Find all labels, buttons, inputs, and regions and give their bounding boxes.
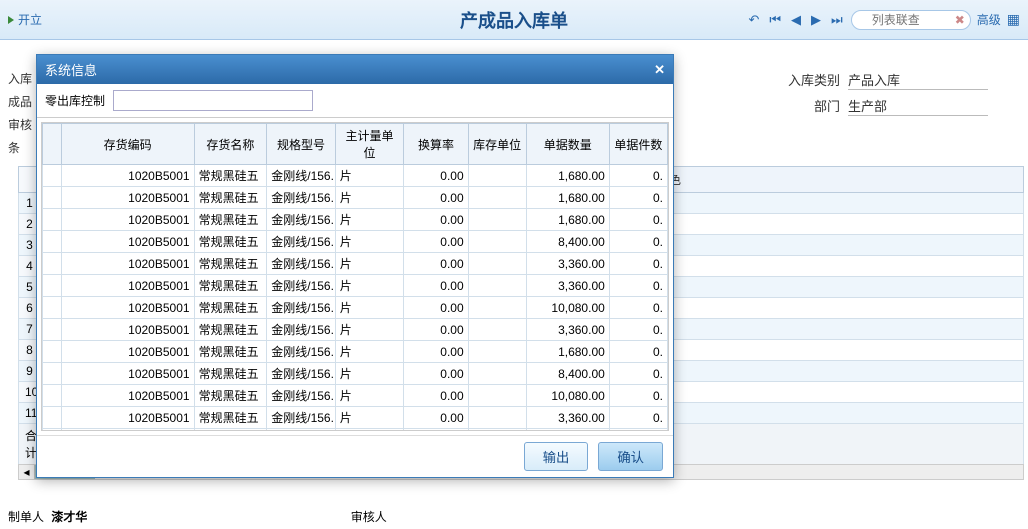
clear-icon[interactable]: ✖ — [955, 13, 965, 27]
col-unit[interactable]: 主计量单位 — [335, 124, 404, 165]
modal-title: 系统信息 — [45, 60, 97, 79]
system-info-modal: 系统信息 ✕ 零出库控制 存货编码 存货名称 规格型号 主计量单位 换算率 库存… — [36, 54, 674, 478]
last-icon[interactable]: ⏭ — [829, 10, 845, 30]
close-icon[interactable]: ✕ — [654, 62, 665, 78]
table-row[interactable]: 1020B5001常规黑硅五金刚线/156.片0.001,680.000. — [43, 209, 668, 231]
col-spec[interactable]: 规格型号 — [267, 124, 336, 165]
next-icon[interactable]: ▶ — [809, 10, 823, 30]
table-row[interactable]: 1020B5001常规黑硅五金刚线/156.片0.003,360.000. — [43, 253, 668, 275]
modal-subtitle: 零出库控制 — [45, 92, 105, 109]
table-row[interactable]: 1020B5001常规黑硅五金刚线/156.片0.008,400.000. — [43, 363, 668, 385]
grid-icon[interactable]: ▦ — [1007, 11, 1020, 28]
first-icon[interactable]: ⏮ — [767, 10, 783, 30]
header-fields: 入库类别 产品入库 部门 生产部 — [780, 70, 988, 122]
col-stock-unit[interactable]: 库存单位 — [468, 124, 526, 165]
table-row[interactable]: 1020B5001常规黑硅五金刚线/156.片0.003,360.000. — [43, 407, 668, 429]
table-row[interactable]: 1020B5001常规黑硅五金刚线/156.片0.001,680.000. — [43, 165, 668, 187]
col-qty[interactable]: 单据数量 — [526, 124, 609, 165]
col-code[interactable]: 存货编码 — [61, 124, 194, 165]
col-name[interactable]: 存货名称 — [194, 124, 267, 165]
topbar: 开立 产成品入库单 ↶ ⏮ ◀ ▶ ⏭ 🔍 ✖ 高级 ▦ — [0, 0, 1028, 40]
table-row[interactable]: 1020B5001常规黑硅五金刚线/156.片0.001,680.000. — [43, 429, 668, 432]
table-row[interactable]: 1020B5001常规黑硅五金刚线/156.片0.0010,080.000. — [43, 385, 668, 407]
prev-icon[interactable]: ◀ — [789, 10, 803, 30]
advanced-link[interactable]: 高级 — [977, 11, 1001, 28]
dept-value: 生产部 — [848, 96, 988, 116]
table-row[interactable]: 1020B5001常规黑硅五金刚线/156.片0.001,680.000. — [43, 187, 668, 209]
cat-value: 产品入库 — [848, 70, 988, 90]
table-row[interactable]: 1020B5001常规黑硅五金刚线/156.片0.0010,080.000. — [43, 297, 668, 319]
table-row[interactable]: 1020B5001常规黑硅五金刚线/156.片0.003,360.000. — [43, 275, 668, 297]
maker-value: 漆才华 — [51, 510, 87, 524]
col-rate[interactable]: 换算率 — [404, 124, 468, 165]
maker-label: 制单人 — [8, 508, 48, 525]
auditor-label: 审核人 — [351, 510, 387, 524]
open-button[interactable]: 开立 — [18, 11, 42, 28]
ok-button[interactable]: 确认 — [598, 442, 663, 471]
play-icon — [8, 16, 14, 24]
modal-input[interactable] — [113, 90, 313, 111]
table-row[interactable]: 1020B5001常规黑硅五金刚线/156.片0.001,680.000. — [43, 341, 668, 363]
dept-label: 部门 — [780, 96, 840, 116]
cat-label: 入库类别 — [780, 70, 840, 90]
page-title: 产成品入库单 — [460, 7, 568, 33]
search-input[interactable] — [851, 10, 971, 30]
left-side-labels: 入库成品审核条 — [8, 70, 32, 162]
export-button[interactable]: 输出 — [524, 442, 589, 471]
col-pcs[interactable]: 单据件数 — [609, 124, 667, 165]
table-row[interactable]: 1020B5001常规黑硅五金刚线/156.片0.003,360.000. — [43, 319, 668, 341]
table-row[interactable]: 1020B5001常规黑硅五金刚线/156.片0.008,400.000. — [43, 231, 668, 253]
undo-icon[interactable]: ↶ — [746, 10, 761, 30]
